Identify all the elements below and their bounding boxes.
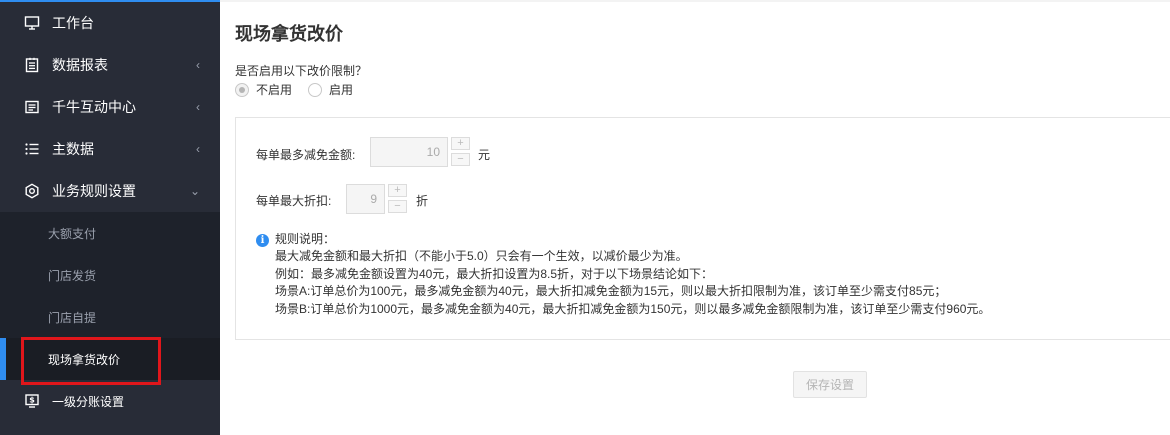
sidebar-item-interaction-center[interactable]: 千牛互动中心 ‹ [0,86,220,128]
radio-label: 不启用 [256,83,293,97]
sidebar-item-master-data[interactable]: 主数据 ‹ [0,128,220,170]
info-icon: i [256,234,269,247]
sidebar: 工作台 数据报表 ‹ 千牛互动中心 ‹ 主数据 ‹ 业务规则设置 ⌄ 大额支付 … [0,0,220,435]
sidebar-item-label: 工作台 [52,15,94,31]
max-discount-amount-increment[interactable]: + [451,137,470,150]
enable-radio-group: 不启用 启用 [235,81,369,98]
max-discount-rate-input[interactable]: 9 [346,184,385,214]
sidebar-item-workbench[interactable]: 工作台 [0,2,220,44]
rules-line: 例如：最多减免金额设置为40元，最大折扣设置为8.5折，对于以下场景结论如下： [275,266,714,281]
max-discount-rate-increment[interactable]: + [388,184,407,197]
radio-button[interactable] [308,82,323,97]
max-discount-amount-label: 每单最多减免金额: [256,148,356,162]
radio-enable[interactable]: 启用 [308,81,353,98]
main-content: 现场拿货改价 是否启用以下改价限制？ 不启用 启用 每单最多减免金额: 10 +… [220,0,1170,435]
sidebar-item-business-rules[interactable]: 业务规则设置 ⌄ [0,170,220,212]
business-rules-submenu: 大额支付 门店发货 门店自提 现场拿货改价 [0,212,220,380]
submenu-item-label: 门店发货 [48,268,97,283]
sidebar-item-label: 千牛互动中心 [52,99,136,115]
limit-settings-panel: 每单最多减免金额: 10 + − 元 每单最大折扣: 9 + − 折 i 规则说… [235,117,1170,340]
submenu-item-large-payment[interactable]: 大额支付 [0,212,220,254]
sidebar-item-label: 业务规则设置 [52,183,136,199]
sidebar-item-label: 主数据 [52,141,94,157]
radio-disable[interactable]: 不启用 [235,81,292,98]
max-discount-amount-input[interactable]: 10 [370,137,448,167]
enable-question: 是否启用以下改价限制？ [235,64,368,78]
submenu-item-store-delivery[interactable]: 门店发货 [0,254,220,296]
rules-description: 规则说明： 最大减免金额和最大折扣（不能小于5.0）只会有一个生效，以减价最少为… [275,231,990,318]
message-list-icon [25,100,39,114]
rules-line: 场景B:订单总价为1000元，最多减免金额为40元，最大折扣减免金额为150元，… [275,301,991,316]
submenu-item-store-pickup[interactable]: 门店自提 [0,296,220,338]
submenu-item-onsite-price-change[interactable]: 现场拿货改价 [0,338,220,380]
max-discount-amount-decrement[interactable]: − [451,153,470,166]
sidebar-item-reports[interactable]: 数据报表 ‹ [0,44,220,86]
chevron-left-icon: ‹ [196,100,200,114]
max-discount-amount-unit: 元 [478,148,491,162]
submenu-item-label: 大额支付 [48,226,97,241]
rules-line: 场景A:订单总价为100元，最多减免金额为40元，最大折扣减免金额为15元，则以… [275,284,947,299]
dollar-screen-icon: $ [25,394,39,408]
chevron-down-icon: ⌄ [189,184,200,198]
max-discount-rate-decrement[interactable]: − [388,200,407,213]
monitor-icon [24,16,40,30]
rules-heading: 规则说明： [275,232,336,246]
chevron-left-icon: ‹ [196,58,200,72]
rules-line: 最大减免金额和最大折扣（不能小于5.0）只会有一个生效，以减价最少为准。 [275,249,688,264]
chevron-left-icon: ‹ [196,142,200,156]
sidebar-item-label: 数据报表 [52,57,108,73]
radio-label: 启用 [329,83,354,97]
submenu-item-label: 门店自提 [48,310,97,325]
save-button[interactable]: 保存设置 [793,371,867,398]
active-indicator [0,338,6,380]
sidebar-item-label: 一级分账设置 [52,394,125,409]
gear-icon [25,183,39,199]
report-icon [25,57,39,73]
submenu-item-label: 现场拿货改价 [48,352,121,367]
page-title: 现场拿货改价 [235,24,343,44]
svg-text:$: $ [29,396,35,405]
top-divider [220,0,1170,2]
max-discount-rate-unit: 折 [416,194,429,208]
max-discount-rate-label: 每单最大折扣: [256,194,332,208]
radio-button[interactable] [235,82,249,97]
sidebar-item-split-account[interactable]: $ 一级分账设置 [0,380,220,422]
list-icon [25,143,39,155]
